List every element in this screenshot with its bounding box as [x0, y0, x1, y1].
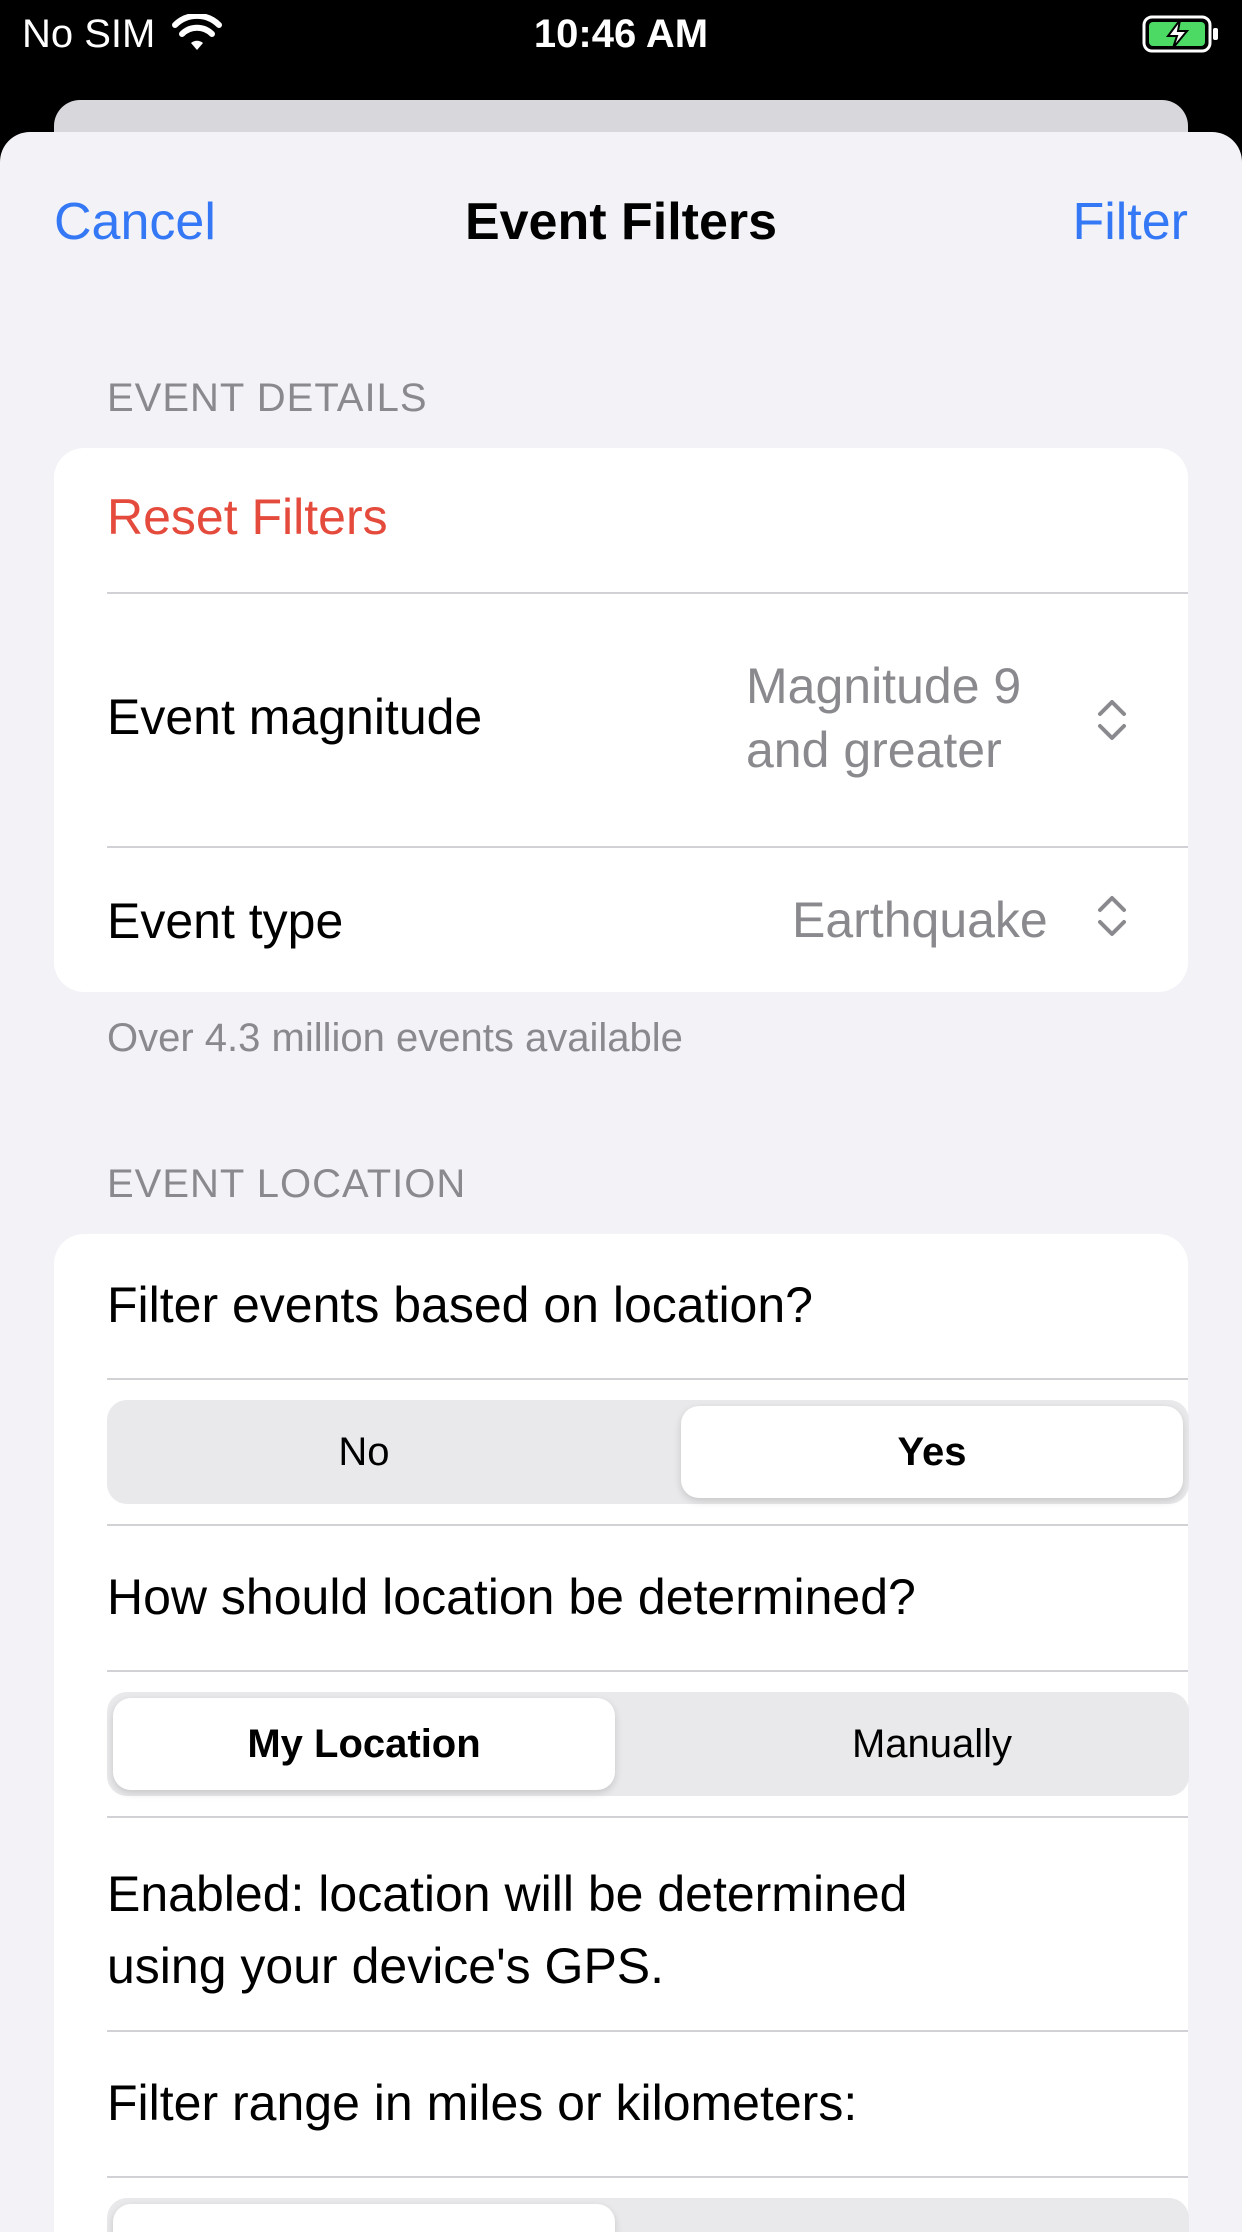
event-type-value[interactable]: Earthquake: [792, 888, 1048, 952]
filter-range-question: Filter range in miles or kilometers:: [107, 2075, 858, 2131]
events-available-footer: Over 4.3 million events available: [107, 1016, 683, 1060]
divider: [107, 2176, 1188, 2178]
segment-no[interactable]: No: [113, 1406, 615, 1498]
event-details-group: Reset Filters Event magnitude Magnitude …: [54, 448, 1188, 992]
filter-location-segmented-control[interactable]: No Yes: [107, 1400, 1189, 1504]
location-enabled-line2: using your device's GPS.: [107, 1938, 665, 1994]
location-method-question: How should location be determined?: [107, 1569, 916, 1625]
range-unit-segmented-control[interactable]: [107, 2198, 1189, 2232]
filter-button[interactable]: Filter: [1072, 192, 1188, 252]
filter-location-question-row: Filter events based on location?: [54, 1234, 1188, 1378]
status-bar: No SIM 10:46 AM: [0, 0, 1242, 68]
event-type-label: Event type: [107, 893, 344, 949]
event-type-row[interactable]: Event type Earthquake: [54, 848, 1188, 992]
filter-location-question: Filter events based on location?: [107, 1277, 813, 1333]
clock: 10:46 AM: [533, 12, 709, 56]
battery-charging-icon: [1142, 14, 1222, 64]
divider: [107, 1378, 1188, 1380]
divider: [107, 1670, 1188, 1672]
reset-filters-button[interactable]: Reset Filters: [107, 488, 388, 546]
chevron-up-down-icon: [1094, 892, 1130, 940]
event-magnitude-value-line1: Magnitude 9: [746, 658, 1022, 714]
event-location-group: Filter events based on location? No Yes …: [54, 1234, 1189, 2232]
location-method-question-row: How should location be determined?: [54, 1526, 1188, 1670]
nav-bar: Cancel Event Filters Filter: [0, 132, 1242, 322]
segment-my-location[interactable]: My Location: [113, 1698, 615, 1790]
event-magnitude-label: Event magnitude: [107, 689, 483, 745]
location-method-segmented-control[interactable]: My Location Manually: [107, 1692, 1189, 1796]
filter-range-question-row: Filter range in miles or kilometers:: [54, 2032, 1188, 2176]
event-magnitude-value-line2: and greater: [746, 722, 1002, 778]
segment-yes[interactable]: Yes: [681, 1406, 1183, 1498]
reset-filters-row[interactable]: Reset Filters: [54, 448, 1188, 592]
segment-manually[interactable]: Manually: [681, 1698, 1183, 1790]
section-header-event-location: EVENT LOCATION: [107, 1162, 467, 1206]
filter-sheet: Cancel Event Filters Filter EVENT DETAIL…: [0, 132, 1242, 2232]
event-magnitude-value[interactable]: Magnitude 9 and greater: [746, 654, 1021, 782]
location-enabled-line1: Enabled: location will be determined: [107, 1866, 908, 1922]
location-enabled-row: Enabled: location will be determined usi…: [54, 1818, 1188, 2030]
page-title: Event Filters: [464, 193, 778, 251]
chevron-up-down-icon: [1094, 696, 1130, 744]
event-magnitude-row[interactable]: Event magnitude Magnitude 9 and greater: [54, 594, 1188, 846]
section-header-event-details: EVENT DETAILS: [107, 376, 428, 420]
location-enabled-text: Enabled: location will be determined usi…: [107, 1858, 908, 2002]
segment-range-unit-selected[interactable]: [113, 2204, 615, 2232]
